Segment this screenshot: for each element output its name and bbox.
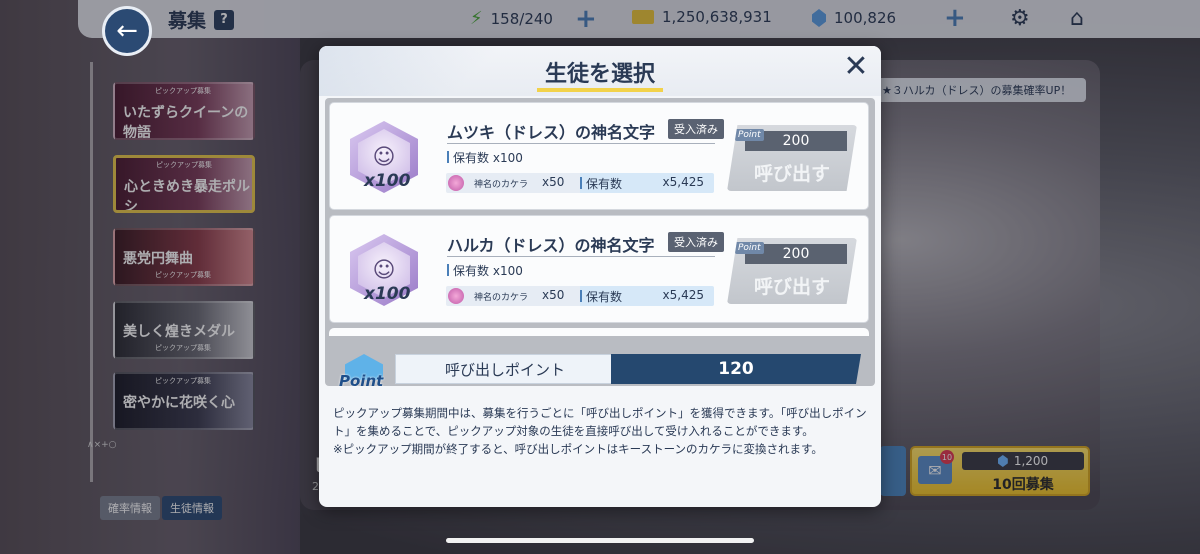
- point-tag: Point: [735, 242, 764, 254]
- fragment-row: 神名のカケラ x50 保有数 x5,425: [446, 173, 714, 193]
- summon-button[interactable]: Point 200 呼び出す: [727, 238, 857, 304]
- owned-label: 保有数: [453, 264, 490, 278]
- close-icon[interactable]: ✕: [841, 52, 871, 82]
- point-value: 120: [611, 354, 861, 384]
- fragment-owned-label: 保有数: [580, 175, 622, 192]
- home-indicator[interactable]: [446, 538, 754, 543]
- fragment-owned-value: x5,425: [662, 288, 704, 302]
- title-underline: [537, 88, 663, 92]
- fragment-label: 神名のカケラ: [474, 293, 529, 303]
- divider: [447, 143, 715, 144]
- student-name: ハルカ（ドレス）の神名文字: [447, 236, 655, 255]
- fragment-owned-label: 保有数: [580, 288, 622, 305]
- owned-row: 保有数 x100: [447, 149, 523, 166]
- point-envelope-icon: Point: [339, 354, 391, 394]
- fragment-row: 神名のカケラ x50 保有数 x5,425: [446, 286, 714, 306]
- student-card: ☺ x100 ハルカ（ドレス）の神名文字 受入済み 保有数 x100 神名のカケ…: [329, 215, 869, 323]
- item-quantity: x100: [364, 171, 411, 191]
- status-badge: 受入済み: [668, 119, 724, 139]
- owned-value: x100: [492, 264, 523, 278]
- modal-title: 生徒を選択: [544, 62, 655, 87]
- back-button[interactable]: ←: [102, 6, 152, 56]
- description: ピックアップ募集期間中は、募集を行うごとに「呼び出しポイント」を獲得できます。「…: [333, 404, 869, 458]
- owned-value: x100: [492, 151, 523, 165]
- back-arrow-icon: ←: [116, 16, 138, 46]
- summon-button[interactable]: Point 200 呼び出す: [727, 125, 857, 191]
- owned-row: 保有数 x100: [447, 262, 523, 279]
- next-card-peek: [329, 328, 869, 336]
- point-label: 呼び出しポイント: [395, 354, 615, 384]
- item-quantity: x100: [364, 284, 411, 304]
- summon-label: 呼び出す: [753, 163, 830, 185]
- fragment-qty: x50: [542, 288, 565, 302]
- student-name: ムツキ（ドレス）の神名文字: [447, 123, 656, 142]
- owned-label: 保有数: [453, 151, 490, 165]
- status-badge: 受入済み: [668, 232, 724, 252]
- call-point-row: Point 呼び出しポイント 120: [333, 352, 863, 390]
- student-list[interactable]: ☺ x100 ムツキ（ドレス）の神名文字 受入済み 保有数 x100 神名のカケ…: [325, 98, 875, 386]
- divider: [447, 256, 715, 257]
- summon-label: 呼び出す: [753, 276, 830, 298]
- student-card: ☺ x100 ムツキ（ドレス）の神名文字 受入済み 保有数 x100 神名のカケ…: [329, 102, 869, 210]
- fragment-label: 神名のカケラ: [474, 180, 529, 190]
- point-tag: Point: [735, 129, 764, 141]
- modal-header: 生徒を選択 ✕: [319, 46, 881, 96]
- select-student-modal: 生徒を選択 ✕ ☺ x100 ムツキ（ドレス）の神名文字 受入済み 保有数 x1…: [319, 46, 881, 507]
- description-main: ピックアップ募集期間中は、募集を行うごとに「呼び出しポイント」を獲得できます。「…: [333, 406, 867, 438]
- fragment-qty: x50: [542, 175, 565, 189]
- fragment-owned-value: x5,425: [662, 175, 704, 189]
- description-note: ※ピックアップ期間が終了すると、呼び出しポイントはキーストーンのカケラに変換され…: [333, 442, 823, 456]
- karera-icon: [448, 175, 464, 191]
- karera-icon: [448, 288, 464, 304]
